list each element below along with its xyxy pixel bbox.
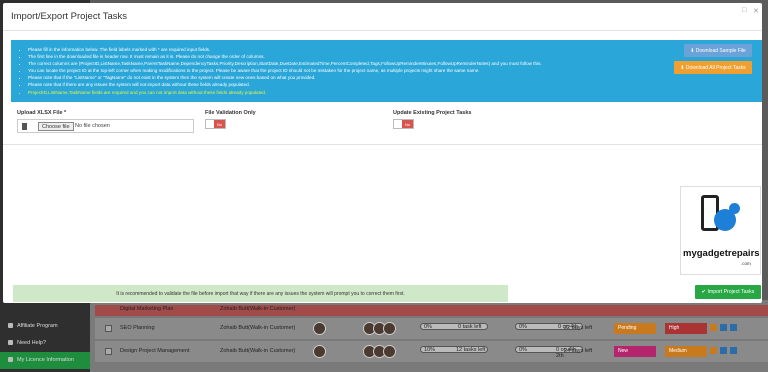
modal-header: Import/Export Project Tasks □ ✕: [3, 3, 762, 31]
close-icon[interactable]: ✕: [753, 7, 759, 15]
import-tasks-button[interactable]: ✔ Import Project Tasks: [695, 285, 761, 299]
update-existing-toggle[interactable]: No: [393, 119, 414, 129]
recommendation-note: It is recommended to validate the file b…: [13, 285, 508, 302]
delete-icon[interactable]: [730, 347, 737, 354]
update-existing-label: Update Existing Project Tasks: [393, 110, 472, 116]
maximize-icon[interactable]: □: [742, 7, 746, 14]
download-sample-button[interactable]: ⬇ Download Sample File: [684, 44, 752, 57]
file-validation-label: File Validation Only: [205, 110, 256, 116]
table-row[interactable]: Digital Marketing Plan Zohaib Butt(Walk-…: [95, 305, 768, 317]
info-item: Please note that if there are any issues…: [28, 81, 542, 88]
download-all-tasks-button[interactable]: ⬇ Download All Project Tasks: [674, 61, 752, 74]
info-item: Please fill in the information below. Th…: [28, 46, 542, 53]
table-row[interactable]: Design Project Management Zohaib Butt(Wa…: [95, 341, 768, 363]
upload-label: Upload XLSX File *: [17, 110, 67, 116]
table-row[interactable]: SEO Planning Zohaib Butt(Walk-in Custome…: [95, 318, 768, 340]
choose-file-button[interactable]: Choose file: [38, 122, 74, 131]
avatar: [313, 345, 326, 358]
brand-name: mygadgetrepairs: [683, 248, 760, 259]
sidebar-item-help[interactable]: Need Help?: [0, 335, 90, 352]
info-item: You can locate the project ID at the top…: [28, 67, 542, 74]
brand-logo: mygadgetrepairs .com: [680, 186, 761, 275]
progress-bar: 10% 12 tasks left: [420, 346, 488, 353]
help-icon: [8, 340, 13, 346]
avatar: [383, 322, 396, 335]
info-required-fields: ProjectID,ListName,TaskName fields are r…: [28, 89, 542, 96]
delete-icon[interactable]: [730, 324, 737, 331]
avatar: [313, 322, 326, 335]
row-checkbox[interactable]: [105, 325, 112, 332]
brand-domain: .com: [741, 261, 751, 266]
file-icon: [22, 123, 27, 130]
row-checkbox[interactable]: [105, 348, 112, 355]
affiliate-icon: [8, 323, 13, 329]
sidebar-item-affiliate[interactable]: Affiliate Program: [0, 318, 90, 335]
import-export-modal: Import/Export Project Tasks □ ✕ Please f…: [3, 3, 762, 303]
file-status: No file chosen: [75, 123, 110, 129]
status-badge: New: [614, 346, 656, 357]
file-upload-field[interactable]: Choose file No file chosen: [17, 119, 194, 133]
edit-icon[interactable]: [710, 324, 717, 331]
priority-badge: High: [665, 323, 707, 334]
info-item: The first line in the downloaded file is…: [28, 53, 542, 60]
modal-title: Import/Export Project Tasks: [11, 11, 127, 22]
info-item: The correct columns are (ProjectID,ListN…: [28, 60, 542, 67]
info-item: Please note that if the "ListName" or "T…: [28, 74, 542, 81]
file-validation-toggle[interactable]: No: [205, 119, 226, 129]
sidebar-item-licence[interactable]: My Licence Information: [0, 352, 90, 369]
edit-icon[interactable]: [710, 347, 717, 354]
divider: [3, 144, 762, 145]
info-panel: Please fill in the information below. Th…: [11, 40, 762, 102]
progress-bar: 0% 0 task left: [420, 323, 488, 330]
avatar: [383, 345, 396, 358]
gear-small-icon: [729, 203, 740, 214]
status-badge: Pending: [614, 323, 656, 334]
priority-badge: Medium: [665, 346, 707, 357]
licence-icon: [8, 357, 13, 363]
view-icon[interactable]: [720, 324, 727, 331]
info-list: Please fill in the information below. Th…: [28, 46, 542, 96]
view-icon[interactable]: [720, 347, 727, 354]
